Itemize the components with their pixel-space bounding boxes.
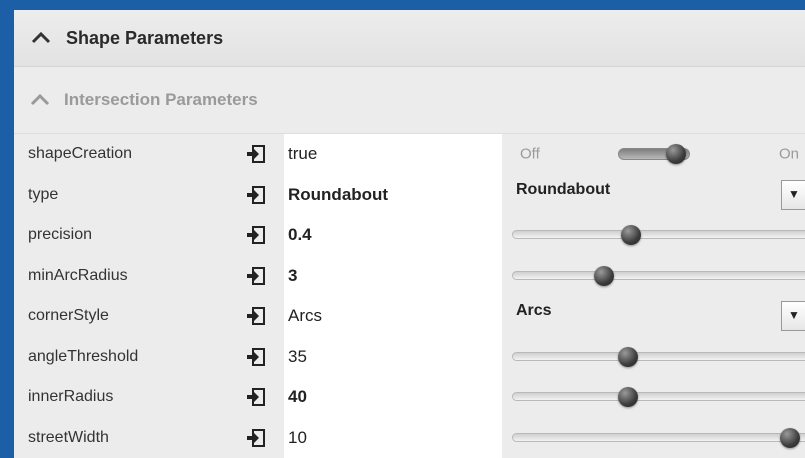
parameter-value-field[interactable]: 10	[288, 428, 307, 448]
parameter-name: shapeCreation	[28, 145, 133, 163]
link-icon[interactable]	[246, 347, 266, 366]
parameter-name: minArcRadius	[28, 266, 128, 284]
parameter-row-precision: precision 0.4	[14, 215, 805, 256]
slider-track[interactable]	[512, 351, 805, 361]
slider-track[interactable]	[512, 270, 805, 280]
subsection-title: Intersection Parameters	[64, 90, 258, 109]
parameter-row-minArcRadius: minArcRadius 3	[14, 256, 805, 297]
dropdown-arrow-icon[interactable]: ▼	[781, 301, 805, 332]
slider-knob[interactable]	[618, 346, 639, 367]
section-title: Shape Parameters	[66, 27, 224, 48]
dropdown-arrow-icon[interactable]: ▼	[781, 179, 805, 210]
chevron-up-icon[interactable]	[28, 88, 52, 112]
parameter-row-innerRadius: innerRadius 40	[14, 377, 805, 418]
parameter-value-field[interactable]: Arcs	[288, 306, 322, 326]
toggle-off-label: Off	[520, 145, 540, 163]
parameter-name: cornerStyle	[28, 307, 109, 325]
parameter-control	[508, 418, 805, 458]
parameter-list: shapeCreation true Off On type Roundabout Roun…	[14, 134, 805, 458]
parameter-dropdown[interactable]: Arcs ▼	[508, 296, 805, 337]
parameter-name: innerRadius	[28, 388, 114, 406]
link-icon[interactable]	[246, 226, 266, 245]
dropdown-selected-value: Roundabout	[516, 180, 611, 198]
parameter-name: streetWidth	[28, 428, 109, 446]
inspector-panel: Shape Parameters Intersection Parameters…	[14, 10, 805, 458]
parameter-value-field[interactable]: 35	[288, 347, 307, 367]
parameter-row-streetWidth: streetWidth 10	[14, 418, 805, 458]
slider-knob[interactable]	[779, 427, 800, 448]
parameter-value-field[interactable]: Roundabout	[288, 185, 388, 205]
parameter-dropdown[interactable]: Roundabout ▼	[508, 175, 805, 216]
link-icon[interactable]	[246, 388, 266, 407]
parameter-name: precision	[28, 226, 93, 244]
slider-track[interactable]	[512, 230, 805, 240]
link-icon[interactable]	[246, 145, 266, 164]
parameter-row-cornerStyle: cornerStyle Arcs Arcs ▼	[14, 296, 805, 337]
slider-knob[interactable]	[593, 265, 614, 286]
parameter-value-field[interactable]: 0.4	[288, 225, 312, 245]
toggle-on-label: On	[778, 145, 799, 163]
parameter-value-field[interactable]: true	[288, 144, 317, 164]
shape-parameters-header[interactable]: Shape Parameters	[14, 10, 805, 67]
slider-knob[interactable]	[621, 225, 642, 246]
intersection-parameters-header[interactable]: Intersection Parameters	[14, 67, 805, 134]
parameter-row-angleThreshold: angleThreshold 35	[14, 337, 805, 378]
slider-track[interactable]	[512, 432, 805, 442]
parameter-row-type: type Roundabout Roundabout ▼	[14, 175, 805, 216]
link-icon[interactable]	[246, 266, 266, 285]
parameter-value-field[interactable]: 3	[288, 266, 297, 286]
parameter-control	[508, 337, 805, 378]
parameter-control	[508, 256, 805, 297]
link-icon[interactable]	[246, 307, 266, 326]
parameter-name: angleThreshold	[28, 347, 139, 365]
toggle-knob[interactable]	[666, 144, 686, 165]
parameter-value-field[interactable]: 40	[288, 387, 307, 407]
parameter-control	[508, 215, 805, 256]
parameter-row-shapeCreation: shapeCreation true Off On	[14, 134, 805, 175]
link-icon[interactable]	[246, 185, 266, 204]
slider-knob[interactable]	[618, 387, 639, 408]
chevron-up-icon[interactable]	[28, 25, 54, 51]
dropdown-selected-value: Arcs	[516, 302, 552, 319]
parameter-control: Off On	[508, 134, 805, 175]
slider-track[interactable]	[512, 392, 805, 402]
parameter-control	[508, 377, 805, 418]
link-icon[interactable]	[246, 428, 266, 447]
parameter-name: type	[28, 185, 59, 203]
